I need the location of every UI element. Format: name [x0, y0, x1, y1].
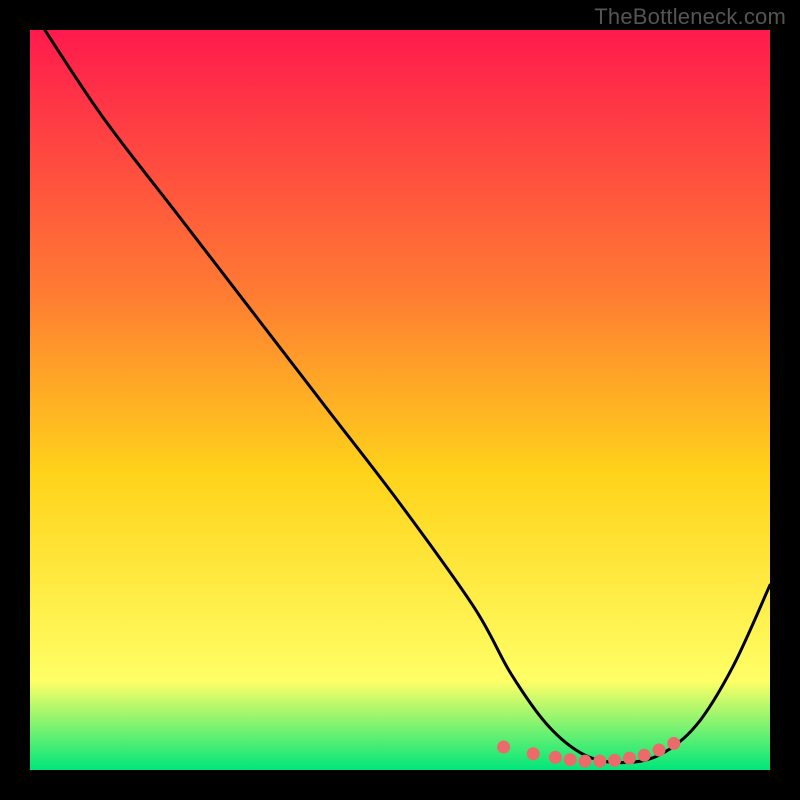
chart-svg	[30, 30, 770, 770]
valley-dot	[549, 751, 562, 764]
valley-dot	[608, 754, 621, 767]
valley-dot	[527, 747, 540, 760]
valley-dot	[653, 744, 666, 757]
valley-dot	[623, 752, 636, 765]
valley-dot	[593, 755, 606, 768]
valley-dot	[579, 755, 592, 768]
watermark-text: TheBottleneck.com	[594, 4, 786, 30]
valley-dot	[497, 741, 510, 754]
valley-dot	[638, 749, 651, 762]
chart-frame	[30, 30, 770, 770]
valley-dot	[564, 753, 577, 766]
chart-bg-gradient	[30, 30, 770, 770]
valley-dot	[667, 737, 680, 750]
